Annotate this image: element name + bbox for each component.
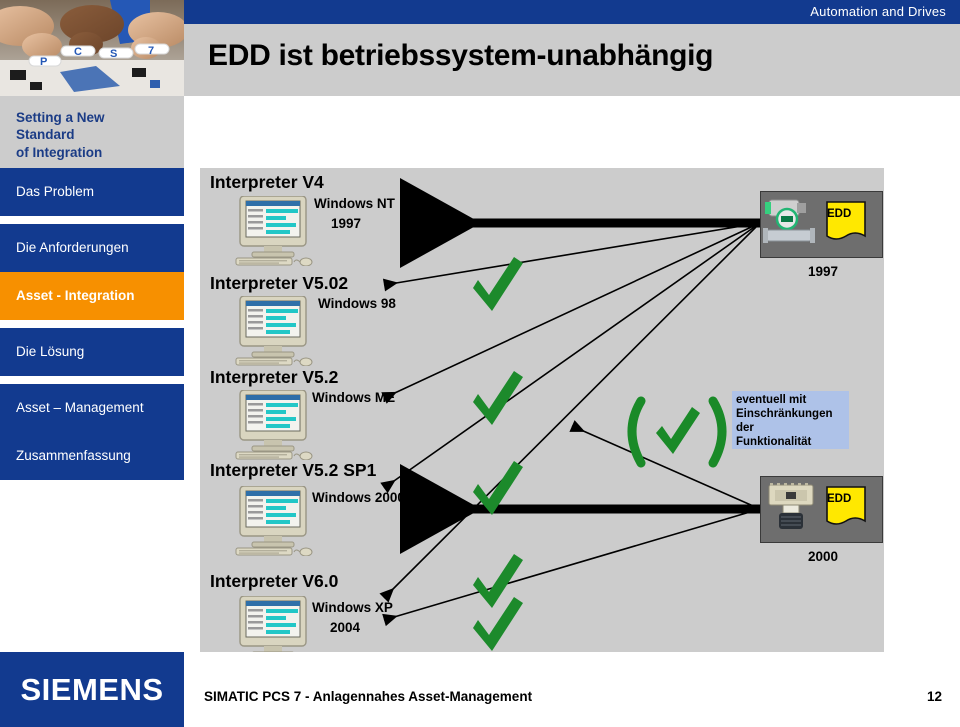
edd-label-1: EDD — [827, 208, 852, 220]
sidebar-item-label: Das Problem — [16, 184, 95, 200]
checkmark-group — [473, 257, 523, 651]
flow-transmitter-icon — [763, 199, 815, 243]
interpreter-title-3: Interpreter V5.2 — [210, 367, 339, 387]
year-label-1: 1997 — [331, 216, 362, 231]
sidebar-item-asset-management[interactable]: Asset – Management — [0, 384, 184, 432]
monitor-icon-4 — [230, 485, 322, 561]
edd-year-1: 1997 — [808, 264, 839, 279]
footer: SIMATIC PCS 7 - Anlagennahes Asset-Manag… — [184, 652, 960, 727]
brand-photo: P C S 7 — [0, 0, 184, 96]
sidebar-item-label: Asset – Management — [16, 400, 144, 416]
svg-text:7: 7 — [148, 45, 154, 57]
sidebar-heading: Setting a New Standard of Integration — [0, 96, 184, 168]
siemens-wordmark: SIEMENS — [20, 671, 164, 707]
edd-device-box-1: EDD — [760, 191, 883, 258]
sidebar-heading-line-3: of Integration — [16, 144, 103, 160]
sidebar-heading-line-2: Standard — [16, 127, 75, 143]
interpreter-title-4: Interpreter V5.2 SP1 — [210, 460, 377, 480]
os-label-4: Windows 2000 — [312, 490, 405, 505]
note-line-4: Funktionalität — [736, 436, 812, 449]
note-line-3: der — [736, 422, 754, 435]
svg-text:P: P — [40, 56, 47, 68]
top-bar-eyebrow: Automation and Drives — [810, 4, 946, 19]
monitor-icon-2 — [230, 295, 322, 371]
os-label-3: Windows ME — [312, 390, 396, 405]
svg-text:C: C — [74, 46, 82, 58]
diagram-panel: Interpreter V4 Windows NT 1997 Interpret… — [200, 168, 884, 676]
top-bar: Automation and Drives — [184, 0, 960, 24]
interpreter-title-5: Interpreter V6.0 — [210, 571, 339, 591]
sidebar-item-das-problem[interactable]: Das Problem — [0, 168, 184, 216]
interpreter-title-2: Interpreter V5.02 — [210, 273, 349, 293]
valve-positioner-icon — [768, 483, 814, 529]
sidebar-item-label: Asset - Integration — [16, 288, 135, 304]
sidebar-heading-line-1: Setting a New — [16, 110, 105, 126]
sidebar-item-label: Die Lösung — [16, 344, 85, 360]
sidebar-item-die-loesung[interactable]: Die Lösung — [0, 328, 184, 376]
interpreter-title-1: Interpreter V4 — [210, 172, 324, 192]
note-box: eventuell mit Einschränkungen der Funkti… — [732, 391, 849, 449]
note-line-2: Einschränkungen — [736, 408, 833, 421]
footer-page-number: 12 — [926, 689, 942, 704]
sidebar-separator — [0, 320, 184, 328]
os-label-1: Windows NT — [314, 196, 395, 211]
sidebar-item-die-anforderungen[interactable]: Die Anforderungen — [0, 224, 184, 272]
edd-year-2: 2000 — [808, 549, 839, 564]
footer-text: SIMATIC PCS 7 - Anlagennahes Asset-Manag… — [204, 689, 533, 704]
sidebar-separator — [0, 376, 184, 384]
siemens-logo: SIEMENS — [0, 652, 184, 727]
sidebar-item-asset-integration[interactable]: Asset - Integration — [0, 272, 184, 320]
title-gap — [184, 96, 960, 168]
sidebar-separator — [0, 216, 184, 224]
sidebar-item-zusammenfassung[interactable]: Zusammenfassung — [0, 432, 184, 480]
monitor-icon-1 — [230, 195, 322, 271]
svg-text:S: S — [110, 48, 117, 60]
edd-label-2: EDD — [827, 493, 852, 505]
sidebar-item-label: Zusammenfassung — [16, 448, 131, 464]
paren-check-icon — [627, 396, 727, 468]
sidebar: Setting a New Standard of Integration Da… — [0, 96, 184, 652]
edd-device-box-2: EDD — [760, 476, 883, 543]
sidebar-item-label: Die Anforderungen — [16, 240, 129, 256]
page-title: EDD ist betriebssystem-unabhängig — [208, 39, 714, 72]
year-label-5: 2004 — [330, 620, 361, 635]
note-line-1: eventuell mit — [736, 394, 807, 406]
monitor-icon-3 — [230, 389, 322, 465]
os-label-5: Windows XP — [312, 600, 393, 615]
os-label-2: Windows 98 — [318, 296, 396, 311]
title-band: EDD ist betriebssystem-unabhängig — [184, 24, 960, 96]
